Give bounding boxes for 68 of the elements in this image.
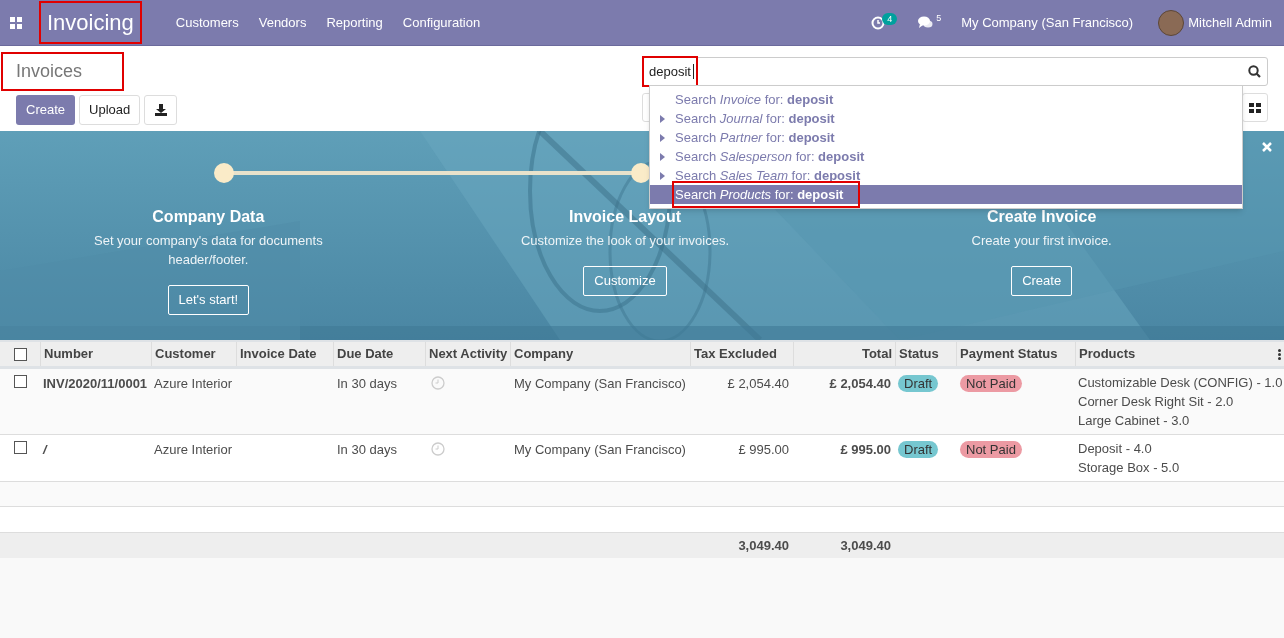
invoice-number: INV/2020/11/0001 bbox=[43, 376, 148, 391]
step-button[interactable]: Customize bbox=[583, 266, 667, 296]
tax-excluded-total: 3,049.40 bbox=[738, 537, 789, 553]
customer-cell: Azure Interior bbox=[154, 376, 233, 391]
status-badge: Draft bbox=[898, 375, 939, 392]
customer-cell: Azure Interior bbox=[154, 442, 233, 457]
suggestion-item[interactable]: Search Invoice for: deposit bbox=[650, 90, 1242, 109]
tax-excluded-cell: £ 2,054.40 bbox=[727, 376, 789, 391]
total-cell: £ 995.00 bbox=[840, 442, 891, 457]
page-title: Invoices bbox=[3, 54, 122, 89]
company-switcher[interactable]: My Company (San Francisco) bbox=[961, 12, 1134, 33]
activity-count-badge: 4 bbox=[882, 12, 898, 25]
suggestion-text: Search Journal for: deposit bbox=[674, 109, 836, 128]
user-name[interactable]: Mitchell Admin bbox=[1188, 12, 1272, 33]
step-button[interactable]: Let's start! bbox=[167, 285, 250, 315]
step-title: Invoice Layout bbox=[568, 207, 681, 227]
step-description: Set your company's data for documents header/footer. bbox=[93, 232, 324, 269]
payment-status-badge: Not Paid bbox=[960, 375, 1022, 392]
step-description: Create your first invoice. bbox=[970, 232, 1113, 250]
invoice-number: / bbox=[43, 442, 47, 457]
column-header[interactable]: Next Activity bbox=[429, 344, 508, 364]
payment-status-badge: Not Paid bbox=[960, 441, 1022, 458]
suggestion-text: Search Products for: deposit bbox=[674, 182, 859, 207]
column-header[interactable]: Number bbox=[44, 344, 94, 364]
company-cell: My Company (San Francisco) bbox=[514, 442, 686, 457]
suggestion-text: Search Salesperson for: deposit bbox=[674, 147, 866, 166]
search-field[interactable]: deposit bbox=[642, 57, 1268, 86]
menu-item[interactable]: Reporting bbox=[326, 12, 383, 33]
suggestion-text: Search Sales Team for: deposit bbox=[674, 166, 862, 185]
search-input-text: deposit bbox=[644, 57, 696, 86]
menu-item[interactable]: Configuration bbox=[402, 12, 481, 33]
product-line: Customizable Desk (CONFIG) - 1.0 bbox=[1078, 374, 1283, 392]
step-description: Customize the look of your invoices. bbox=[519, 232, 731, 250]
company-cell: My Company (San Francisco) bbox=[514, 376, 686, 391]
column-header[interactable]: Invoice Date bbox=[240, 344, 317, 364]
status-badge: Draft bbox=[898, 441, 939, 458]
suggestion-text: Search Invoice for: deposit bbox=[674, 90, 835, 109]
column-header[interactable]: Products bbox=[1079, 344, 1136, 364]
grand-total: 3,049.40 bbox=[840, 537, 891, 553]
app-title[interactable]: Invoicing bbox=[41, 3, 140, 42]
step-button[interactable]: Create bbox=[1011, 266, 1073, 296]
suggestion-item[interactable]: Search Journal for: deposit bbox=[650, 109, 1242, 128]
column-header[interactable]: Payment Status bbox=[960, 344, 1058, 364]
total-cell: £ 2,054.40 bbox=[829, 376, 891, 391]
column-header[interactable]: Total bbox=[861, 344, 892, 364]
create-button[interactable]: Create bbox=[16, 95, 76, 125]
step-title: Company Data bbox=[152, 207, 265, 227]
menu-item[interactable]: Vendors bbox=[258, 12, 307, 33]
step-title: Create Invoice bbox=[986, 207, 1097, 227]
menu-item[interactable]: Customers bbox=[175, 12, 239, 33]
product-line: Storage Box - 5.0 bbox=[1078, 459, 1181, 477]
product-line: Corner Desk Right Sit - 2.0 bbox=[1078, 393, 1235, 411]
suggestion-item[interactable]: Search Sales Team for: deposit bbox=[650, 166, 1242, 185]
suggestion-item[interactable]: Search Salesperson for: deposit bbox=[650, 147, 1242, 166]
upload-button[interactable]: Upload bbox=[79, 95, 141, 125]
product-line: Large Cabinet - 3.0 bbox=[1078, 412, 1191, 430]
column-header[interactable]: Company bbox=[514, 344, 574, 364]
due-date-cell: In 30 days bbox=[337, 376, 397, 391]
column-header[interactable]: Tax Excluded bbox=[694, 344, 777, 364]
suggestion-item[interactable]: Search Partner for: deposit bbox=[650, 128, 1242, 147]
column-header[interactable]: Status bbox=[899, 344, 939, 364]
product-line: Deposit - 4.0 bbox=[1078, 440, 1153, 458]
tax-excluded-cell: £ 995.00 bbox=[738, 442, 789, 457]
column-header[interactable]: Customer bbox=[155, 344, 216, 364]
suggestion-text: Search Partner for: deposit bbox=[674, 128, 836, 147]
column-header[interactable]: Due Date bbox=[337, 344, 394, 364]
message-count: 5 bbox=[936, 11, 942, 25]
due-date-cell: In 30 days bbox=[337, 442, 397, 457]
